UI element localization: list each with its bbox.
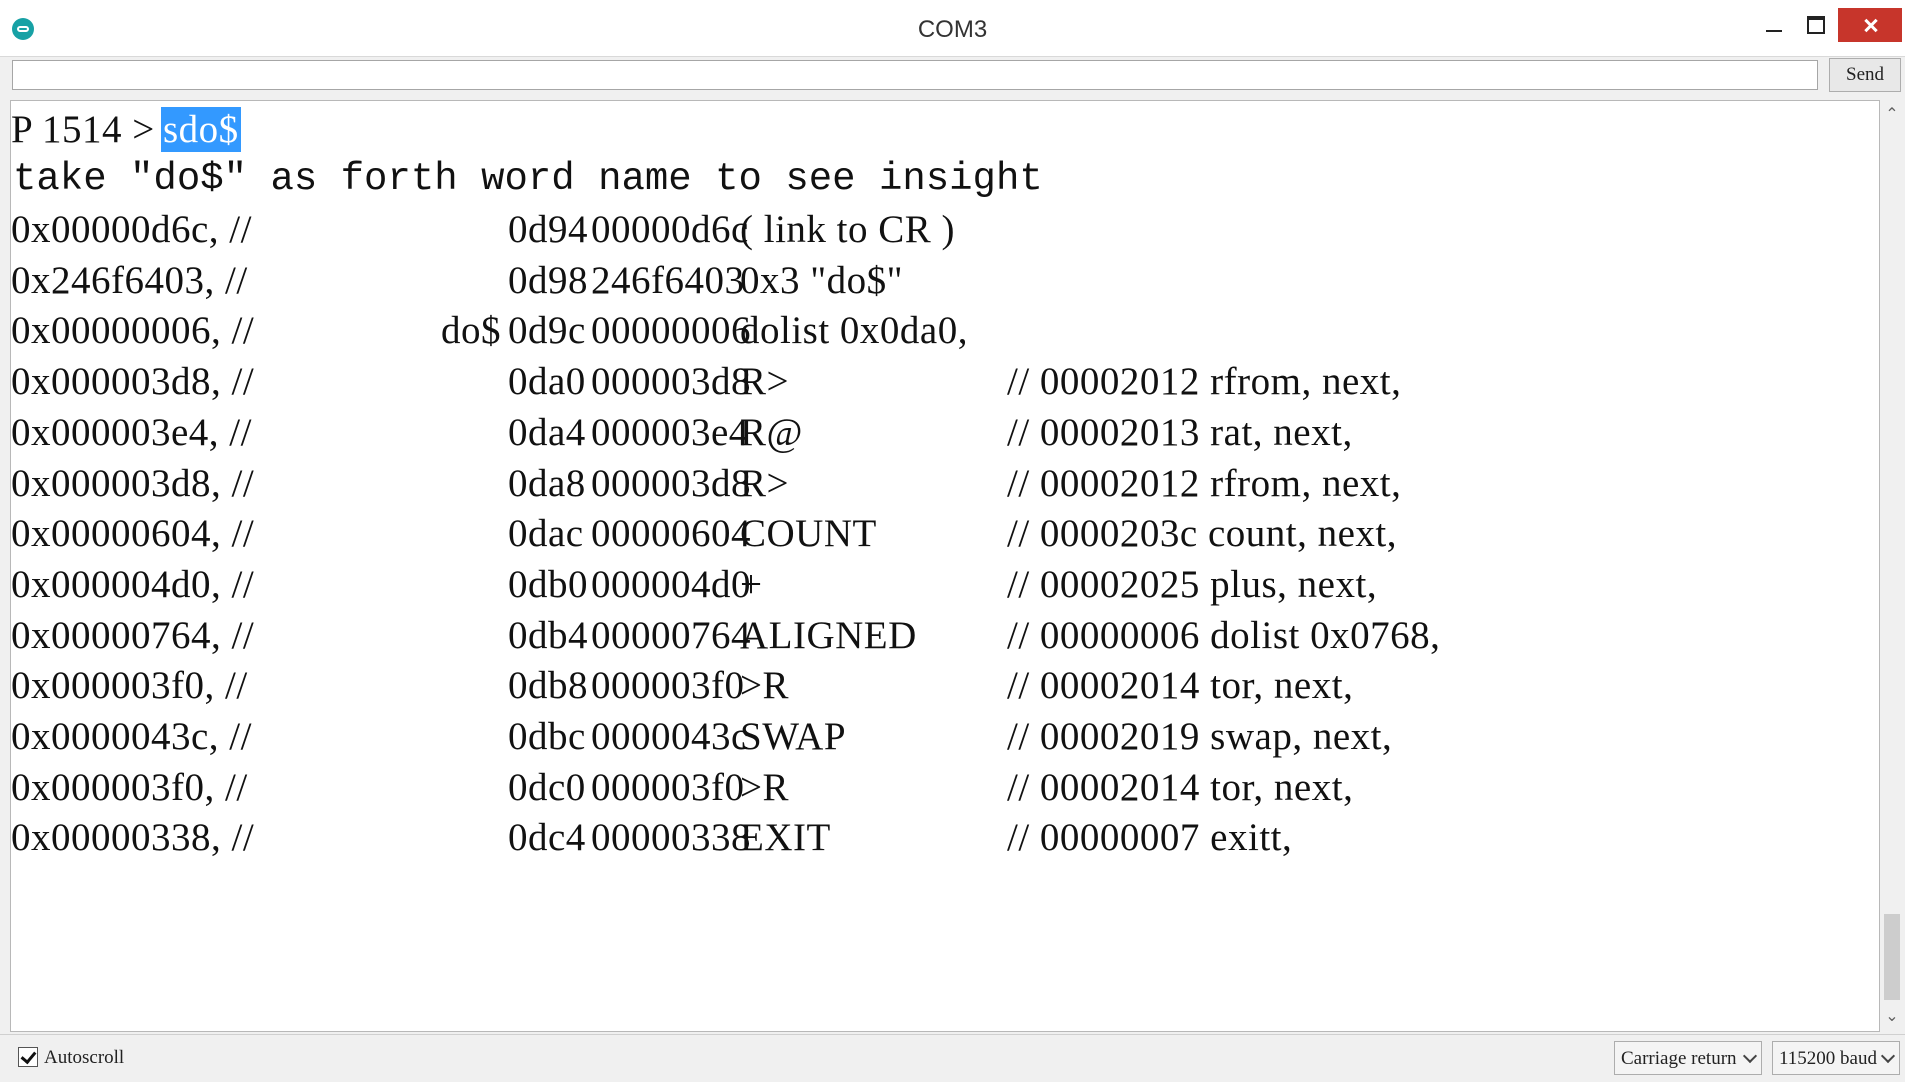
prompt-text: P 1514 > bbox=[11, 108, 165, 151]
description: R> bbox=[740, 461, 790, 505]
hex-value: 0x000003f0, // bbox=[11, 664, 248, 708]
autoscroll-checkbox[interactable] bbox=[18, 1047, 38, 1067]
baud-rate-select[interactable]: 115200 baud bbox=[1772, 1041, 1900, 1075]
address: 0db0 bbox=[508, 562, 588, 606]
description: R@ bbox=[740, 410, 803, 454]
line-ending-select[interactable]: Carriage return bbox=[1614, 1041, 1762, 1075]
description: 0x3 "do$" bbox=[740, 258, 904, 302]
comment: // 00002014 tor, next, bbox=[1007, 765, 1354, 809]
window-title: COM3 bbox=[917, 16, 988, 43]
address: 0da4 bbox=[508, 410, 586, 454]
cell-value: 000003f0 bbox=[591, 664, 745, 708]
hex-value: 0x00000006, // bbox=[11, 309, 255, 353]
title-bar: COM3 bbox=[0, 0, 1905, 57]
scroll-up-icon[interactable]: ⌃ bbox=[1880, 104, 1904, 124]
status-bar: Autoscroll Carriage return 115200 baud bbox=[0, 1034, 1905, 1082]
address: 0db4 bbox=[508, 613, 588, 657]
description: >R bbox=[740, 664, 790, 708]
serial-output[interactable]: P 1514 > sdo$ take "do$" as forth word n… bbox=[10, 100, 1880, 1032]
word-name: do$ bbox=[441, 309, 501, 353]
description: dolist 0x0da0, bbox=[740, 309, 968, 353]
cell-value: 00000338 bbox=[591, 816, 751, 860]
cell-value: 000003f0 bbox=[591, 765, 745, 809]
comment: // 0000203c count, next, bbox=[1007, 512, 1398, 556]
description: ( link to CR ) bbox=[740, 208, 956, 251]
description: ALIGNED bbox=[740, 613, 917, 657]
scrollbar-thumb[interactable] bbox=[1884, 914, 1900, 1000]
selected-text: sdo$ bbox=[161, 107, 241, 152]
comment: // 00000006 dolist 0x0768, bbox=[1007, 613, 1441, 657]
comment: // 00002025 plus, next, bbox=[1007, 562, 1378, 606]
address: 0dbc bbox=[508, 715, 586, 758]
description: + bbox=[740, 562, 763, 606]
address: 0da8 bbox=[508, 461, 586, 505]
comment: // 00002013 rat, next, bbox=[1007, 410, 1353, 454]
address: 0dac bbox=[508, 512, 584, 556]
autoscroll-label: Autoscroll bbox=[44, 1047, 125, 1068]
cell-value: 000003d8 bbox=[591, 461, 751, 505]
scroll-down-icon[interactable]: ⌄ bbox=[1880, 1006, 1904, 1026]
description: R> bbox=[740, 360, 790, 404]
baud-rate-value: 115200 baud bbox=[1779, 1048, 1877, 1069]
hex-value: 0x00000604, // bbox=[11, 512, 255, 556]
address: 0dc0 bbox=[508, 765, 586, 809]
cell-value: 00000764 bbox=[591, 613, 751, 657]
hex-value: 0x000003e4, // bbox=[11, 410, 252, 454]
message-line: take "do$" as forth word name to see ins… bbox=[11, 157, 1043, 207]
address: 0da0 bbox=[508, 360, 586, 404]
comment: // 00002012 rfrom, next, bbox=[1007, 461, 1402, 505]
hex-value: 0x00000338, // bbox=[11, 816, 255, 860]
vertical-scrollbar[interactable]: ⌃ ⌄ bbox=[1880, 100, 1904, 1032]
description: SWAP bbox=[740, 715, 847, 758]
line-ending-value: Carriage return bbox=[1621, 1048, 1737, 1069]
hex-value: 0x000003d8, // bbox=[11, 360, 255, 404]
serial-monitor-window: COM3 Send P 1514 > sdo$ take "do$" as fo… bbox=[0, 0, 1905, 1082]
cell-value: 0000043c bbox=[591, 715, 749, 758]
comment: // 00002012 rfrom, next, bbox=[1007, 360, 1402, 404]
comment: // 00002019 swap, next, bbox=[1007, 715, 1393, 758]
maximize-icon[interactable] bbox=[1797, 8, 1833, 42]
description: EXIT bbox=[740, 816, 831, 860]
hex-value: 0x000003f0, // bbox=[11, 765, 248, 809]
cell-value: 000003e4 bbox=[591, 410, 749, 454]
chevron-down-icon bbox=[1880, 1048, 1896, 1064]
cell-value: 000004d0 bbox=[591, 562, 751, 606]
hex-value: 0x0000043c, // bbox=[11, 715, 252, 758]
description: COUNT bbox=[740, 512, 877, 556]
address: 0d98 bbox=[508, 258, 588, 302]
chevron-down-icon bbox=[1742, 1048, 1758, 1064]
send-button[interactable]: Send bbox=[1829, 58, 1901, 92]
message-text: take "do$" as forth word name to see ins… bbox=[13, 157, 1043, 201]
cell-value: 246f6403 bbox=[591, 258, 745, 302]
address: 0db8 bbox=[508, 664, 588, 708]
cell-value: 00000006 bbox=[591, 309, 751, 353]
hex-value: 0x246f6403, // bbox=[11, 258, 248, 302]
cell-value: 000003d8 bbox=[591, 360, 751, 404]
prompt-line: P 1514 > sdo$ bbox=[11, 107, 241, 157]
hex-value: 0x000004d0, // bbox=[11, 562, 255, 606]
comment: // 00000007 exitt, bbox=[1007, 816, 1293, 860]
send-input[interactable] bbox=[12, 60, 1818, 90]
description: >R bbox=[740, 765, 790, 809]
minimize-icon[interactable] bbox=[1756, 8, 1792, 42]
cell-value: 00000604 bbox=[591, 512, 751, 556]
address: 0d94 bbox=[508, 208, 588, 251]
hex-value: 0x00000764, // bbox=[11, 613, 255, 657]
close-icon[interactable] bbox=[1838, 8, 1902, 42]
address: 0dc4 bbox=[508, 816, 586, 860]
address: 0d9c bbox=[508, 309, 586, 353]
hex-value: 0x000003d8, // bbox=[11, 461, 255, 505]
comment: // 00002014 tor, next, bbox=[1007, 664, 1354, 708]
hex-value: 0x00000d6c, // bbox=[11, 208, 252, 251]
cell-value: 00000d6c bbox=[591, 208, 749, 251]
